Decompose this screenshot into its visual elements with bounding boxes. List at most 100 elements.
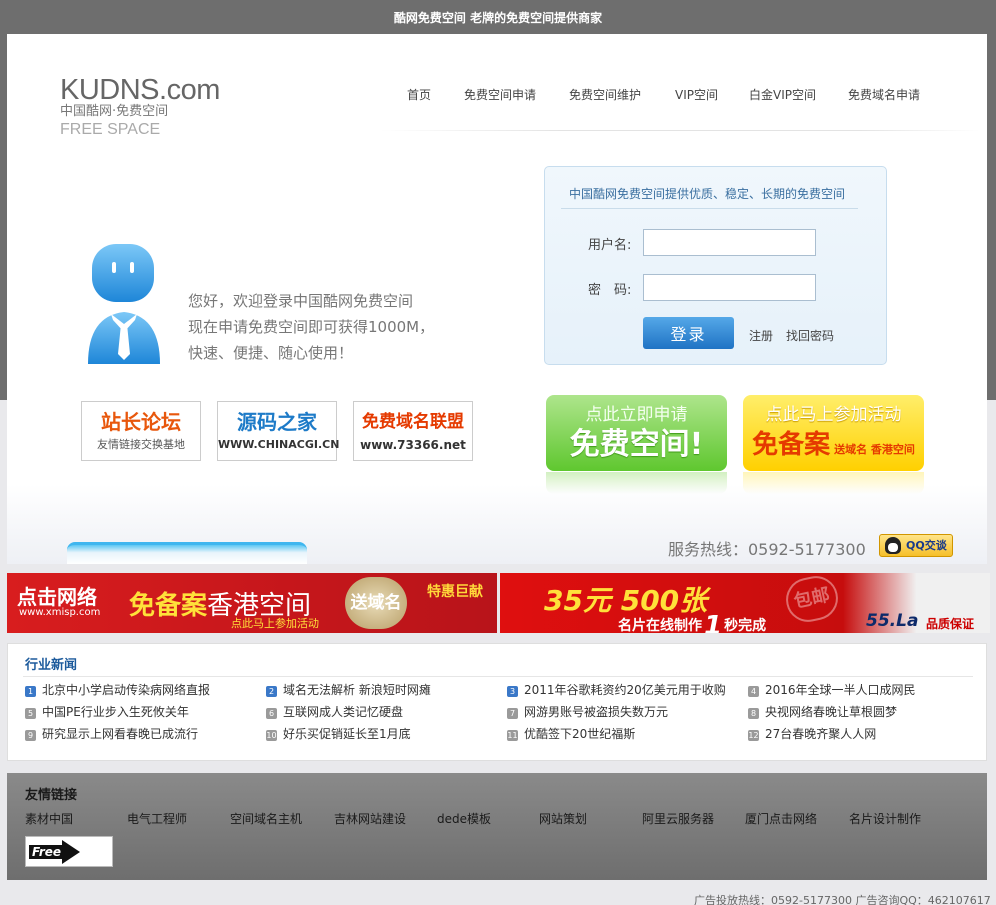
username-input[interactable] xyxy=(643,229,816,256)
partner-source-code-home[interactable]: 源码之家 WWW.CHINACGI.CN xyxy=(217,401,339,461)
nav-free-space-maintain[interactable]: 免费空间维护 xyxy=(569,86,641,103)
banner-offer: 名片在线制作1 秒完成 xyxy=(618,611,766,633)
news-number-badge: 7 xyxy=(507,708,518,719)
friend-link[interactable]: dede模板 xyxy=(437,810,491,827)
news-item[interactable]: 8 央视网络春晚让草根圆梦 xyxy=(748,703,897,720)
news-number-badge: 5 xyxy=(25,708,36,719)
login-panel: 中国酷网免费空间提供优质、稳定、长期的免费空间 用户名: 密 码: 登录 注册 … xyxy=(544,166,887,365)
news-text: 域名无法解析 新浪短时网瘫 xyxy=(283,683,431,697)
news-text: 中国PE行业步入生死攸关年 xyxy=(42,705,189,719)
news-text: 2016年全球一半人口成网民 xyxy=(765,683,916,697)
banner-offer-b: 秒完成 xyxy=(724,618,767,633)
friend-links-panel: 友情链接 素材中国 电气工程师 空间域名主机 吉林网站建设 dede模板 网站策… xyxy=(7,773,987,880)
content-tab xyxy=(67,542,307,564)
service-hotline: 服务热线：0592-5177300 xyxy=(668,540,866,559)
join-activity-button[interactable]: 点此马上参加活动 免备案 送域名 香港空间 xyxy=(743,395,924,471)
news-number-badge: 12 xyxy=(748,730,759,741)
industry-news-panel: 行业新闻 1 北京中小学启动传染病网络直报 2 域名无法解析 新浪短时网瘫 3 201… xyxy=(7,643,987,761)
news-item[interactable]: 3 2011年谷歌耗资约20亿美元用于收购 xyxy=(507,681,726,698)
register-link[interactable]: 注册 xyxy=(749,327,773,344)
friend-links-title: 友情链接 xyxy=(25,788,78,803)
news-number-badge: 3 xyxy=(507,686,518,697)
news-item[interactable]: 11 优酷签下20世纪福斯 xyxy=(507,725,635,742)
news-number-badge: 8 xyxy=(748,708,759,719)
nav-vip-space[interactable]: VIP空间 xyxy=(675,86,718,103)
promo-reflection xyxy=(546,472,727,494)
news-item[interactable]: 7 网游男账号被盗损失数万元 xyxy=(507,703,668,720)
promo-line-2: 免备案 送域名 香港空间 xyxy=(743,427,924,468)
arrow-icon xyxy=(62,840,80,864)
nav-free-space-apply[interactable]: 免费空间申请 xyxy=(464,86,536,103)
nav-platinum-vip[interactable]: 白金VIP空间 xyxy=(749,86,816,103)
news-item[interactable]: 4 2016年全球一半人口成网民 xyxy=(748,681,916,698)
apply-free-space-button[interactable]: 点此立即申请 免费空间! xyxy=(546,395,727,471)
news-item[interactable]: 10 好乐买促销延长至1月底 xyxy=(266,725,411,742)
banner-quality: 品质保证 xyxy=(926,617,975,631)
banner-url: www.xmisp.com xyxy=(19,607,101,618)
news-text: 研究显示上网看春晚已成流行 xyxy=(42,727,199,741)
news-number-badge: 6 xyxy=(266,708,277,719)
login-button[interactable]: 登录 xyxy=(643,317,734,349)
nav-free-domain[interactable]: 免费域名申请 xyxy=(848,86,920,103)
news-item[interactable]: 12 27台春晚齐聚人人网 xyxy=(748,725,876,742)
friend-link[interactable]: 名片设计制作 xyxy=(849,810,921,827)
username-label: 用户名: xyxy=(588,238,632,253)
banner-headline-highlight: 免备案 xyxy=(129,591,208,621)
promo-reflection xyxy=(743,472,924,494)
banner-tag: 特惠巨献 xyxy=(427,584,483,600)
news-number-badge: 10 xyxy=(266,730,277,741)
news-text: 优酷签下20世纪福斯 xyxy=(524,727,636,741)
recover-password-link[interactable]: 找回密码 xyxy=(786,327,834,344)
free-badge-link[interactable]: Free xyxy=(25,836,113,867)
password-label: 密 码: xyxy=(588,283,632,298)
news-text: 27台春晚齐聚人人网 xyxy=(765,727,877,741)
news-item[interactable]: 5 中国PE行业步入生死攸关年 xyxy=(25,703,189,720)
partner-subtitle: www.73366.net xyxy=(360,438,466,452)
news-item[interactable]: 1 北京中小学启动传染病网络直报 xyxy=(25,681,210,698)
ad-banner-business-cards[interactable]: 35元 500张 名片在线制作1 秒完成 包邮 55.La 品质保证 xyxy=(500,573,990,633)
news-item[interactable]: 6 互联网成人类记忆硬盘 xyxy=(266,703,403,720)
news-number-badge: 2 xyxy=(266,686,277,697)
promo-line-1: 点此马上参加活动 xyxy=(765,405,902,425)
partner-title: 站长论坛 xyxy=(101,410,181,434)
qq-chat-button[interactable]: QQ交谈 xyxy=(879,534,953,557)
friend-link[interactable]: 吉林网站建设 xyxy=(334,810,406,827)
news-number-badge: 4 xyxy=(748,686,759,697)
friend-link[interactable]: 厦门点击网络 xyxy=(745,810,817,827)
welcome-line-3: 快速、便捷、随心使用！ xyxy=(188,344,354,362)
news-item[interactable]: 9 研究显示上网看春晚已成流行 xyxy=(25,725,198,742)
banner-brand-logo: 55.La xyxy=(866,611,919,631)
friend-link[interactable]: 素材中国 xyxy=(25,810,73,827)
banner-stamp: 包邮 xyxy=(781,573,843,626)
news-item[interactable]: 2 域名无法解析 新浪短时网瘫 xyxy=(266,681,431,698)
friend-link[interactable]: 空间域名主机 xyxy=(230,810,302,827)
site-logo[interactable]: KUDNS.com 中国酷网·免费空间 FREE SPACE xyxy=(60,74,260,140)
promo-line-2: 免费空间! xyxy=(569,427,704,462)
banner-seal: 送域名 xyxy=(345,577,407,629)
nav-home[interactable]: 首页 xyxy=(407,86,431,103)
friend-link[interactable]: 电气工程师 xyxy=(127,810,187,827)
top-banner: 酷网免费空间 老牌的免费空间提供商家 xyxy=(0,0,996,34)
partner-free-domain-alliance[interactable]: 免费域名联盟 www.73366.net xyxy=(353,401,473,461)
partner-subtitle: 友情链接交换基地 xyxy=(97,438,185,451)
news-number-badge: 1 xyxy=(25,686,36,697)
news-number-badge: 11 xyxy=(507,730,518,741)
news-text: 好乐买促销延长至1月底 xyxy=(283,727,411,741)
partner-webmaster-forum[interactable]: 站长论坛 友情链接交换基地 xyxy=(81,401,201,461)
banner-subline: 点此马上参加活动 xyxy=(231,617,319,630)
news-text: 央视网络春晚让草根圆梦 xyxy=(765,705,898,719)
friend-link[interactable]: 网站策划 xyxy=(539,810,587,827)
promo-no-filing: 免备案 xyxy=(752,430,831,460)
news-text: 北京中小学启动传染病网络直报 xyxy=(42,683,211,697)
logo-text: KUDNS.com xyxy=(60,74,220,106)
friend-link[interactable]: 阿里云服务器 xyxy=(642,810,714,827)
news-text: 2011年谷歌耗资约20亿美元用于收购 xyxy=(524,683,726,697)
news-text: 网游男账号被盗损失数万元 xyxy=(524,705,669,719)
password-input[interactable] xyxy=(643,274,816,301)
banner-offer-number: 1 xyxy=(704,611,723,633)
partner-title: 免费域名联盟 xyxy=(362,412,464,432)
banner-brand: 点击网络 xyxy=(17,585,97,609)
free-badge-text: Free xyxy=(29,845,65,859)
logo-subtitle: 中国酷网·免费空间 xyxy=(60,104,169,119)
ad-banner-hk-space[interactable]: 点击网络 www.xmisp.com 免备案香港空间 点此马上参加活动 送域名 … xyxy=(7,573,497,633)
